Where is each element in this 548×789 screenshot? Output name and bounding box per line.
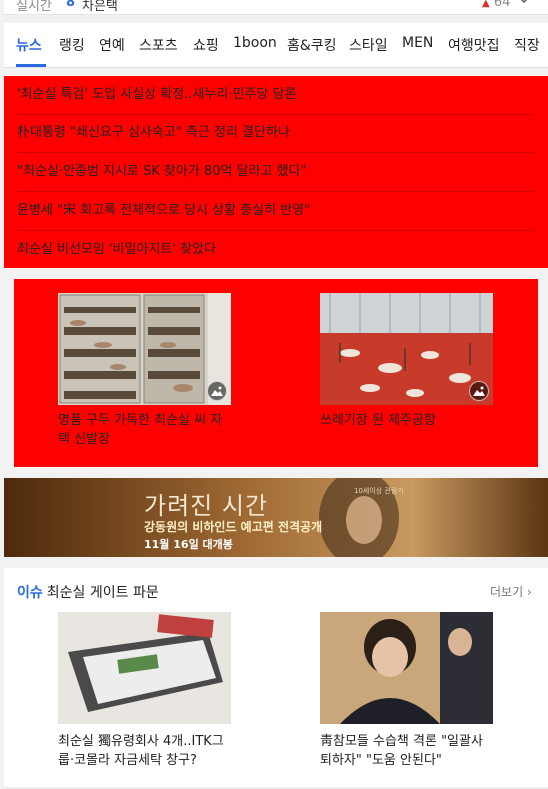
tab-ranking[interactable]: 랭킹 [59,35,85,55]
tab-home-cooking[interactable]: 홈&쿠킹 [287,35,337,55]
tab-shopping[interactable]: 쇼핑 [193,35,219,55]
headline-item[interactable]: '최순실 특검' 도입 사실상 확정..새누리·민주당 당론 [17,76,535,115]
realtime-count-value: 64 [493,0,511,10]
tab-travel-food[interactable]: 여행맛집 [448,35,500,55]
issue-tag: 이슈 [17,585,43,601]
tab-entertainment[interactable]: 연예 [99,35,125,55]
more-label: 더보기 [490,585,524,599]
chevron-right-icon: › [526,585,532,599]
tab-style[interactable]: 스타일 [349,35,388,55]
headline-item[interactable]: 최순실 비선모임 '비밀아지트' 찾았다 [17,231,535,269]
headline-item[interactable]: 朴대통령 "쇄신요구 심사숙고" 측근 정리 결단하나 [17,114,535,153]
up-arrow-icon: ▲ [482,0,490,9]
headline-item[interactable]: "최순실·안종범 지시로 SK 찾아가 80억 달라고 했다" [17,153,535,192]
president-thumbnail[interactable] [320,612,493,724]
photo-news-card[interactable]: 명품 구두 가득한 최순실 씨 자택 신발장 [58,293,231,449]
banner-release: 11월 16일 대개봉 [144,538,233,551]
issue-title: 최순실 게이트 파문 [46,585,159,601]
tab-1boon[interactable]: 1boon [233,35,277,51]
issue-heading[interactable]: 이슈 최순실 게이트 파문 [17,582,159,602]
photo-news-caption[interactable]: 쓰레기장 된 제주공항 [320,411,493,430]
issue-card[interactable]: 靑참모들 수습책 격론 "일괄사퇴하자" "도움 안된다" [320,612,493,770]
airport-thumbnail[interactable] [320,293,493,405]
category-nav: 뉴스 랭킹 연예 스포츠 쇼핑 1boon 홈&쿠킹 스타일 MEN 여행맛집 … [4,23,548,68]
realtime-bar[interactable]: 실시간 8 차은택 ▲ 64 [4,0,548,15]
realtime-keyword[interactable]: 차은택 [82,0,118,14]
photo-icon [469,381,489,401]
realtime-count: ▲ 64 [482,0,510,10]
headline-list: '최순실 특검' 도입 사실상 확정..새누리·민주당 당론 朴대통령 "쇄신요… [4,76,548,268]
banner-title: 가려진 시간 [144,492,269,520]
active-tab-indicator [16,64,46,67]
movie-ad-banner[interactable]: 가려진 시간 10세이상 관람가 강동원의 비하인드 예고편 전격공개 11월 … [4,478,548,557]
tab-sports[interactable]: 스포츠 [139,35,178,55]
tab-work[interactable]: 직장 [514,35,540,55]
issue-card[interactable]: 최순실 獨유령회사 4개..ITK그룹·코몰라 자금세탁 창구? [58,612,231,770]
realtime-label: 실시간 [16,0,52,14]
tab-news[interactable]: 뉴스 [16,35,42,55]
issue-caption[interactable]: 최순실 獨유령회사 4개..ITK그룹·코몰라 자금세탁 창구? [58,732,231,770]
page: 실시간 8 차은택 ▲ 64 뉴스 랭킹 연예 스포츠 쇼핑 1boon 홈&쿠… [4,0,548,789]
documents-thumbnail[interactable] [58,612,231,724]
chevron-down-icon[interactable] [518,0,530,6]
issue-section: 이슈 최순실 게이트 파문 더보기 › 최순실 獨유령회사 4개..ITK그룹·코… [4,568,548,789]
photo-news: 명품 구두 가득한 최순실 씨 자택 신발장 쓰레기장 된 제주공항 [14,279,538,467]
photo-news-card[interactable]: 쓰레기장 된 제주공항 [320,293,493,430]
issue-caption[interactable]: 靑참모들 수습책 격론 "일괄사퇴하자" "도움 안된다" [320,732,493,770]
tab-men[interactable]: MEN [402,35,433,51]
more-link[interactable]: 더보기 › [490,583,532,600]
banner-rating: 10세이상 관람가 [354,487,404,495]
photo-news-caption[interactable]: 명품 구두 가득한 최순실 씨 자택 신발장 [58,411,231,449]
realtime-rank: 8 [66,0,76,10]
shoe-rack-thumbnail[interactable] [58,293,231,405]
photo-icon [207,381,227,401]
headline-item[interactable]: 윤병세 "宋 회고록 전체적으로 당시 상황 충실히 반영" [17,192,535,231]
banner-subtitle: 강동원의 비하인드 예고편 전격공개 [144,520,323,534]
